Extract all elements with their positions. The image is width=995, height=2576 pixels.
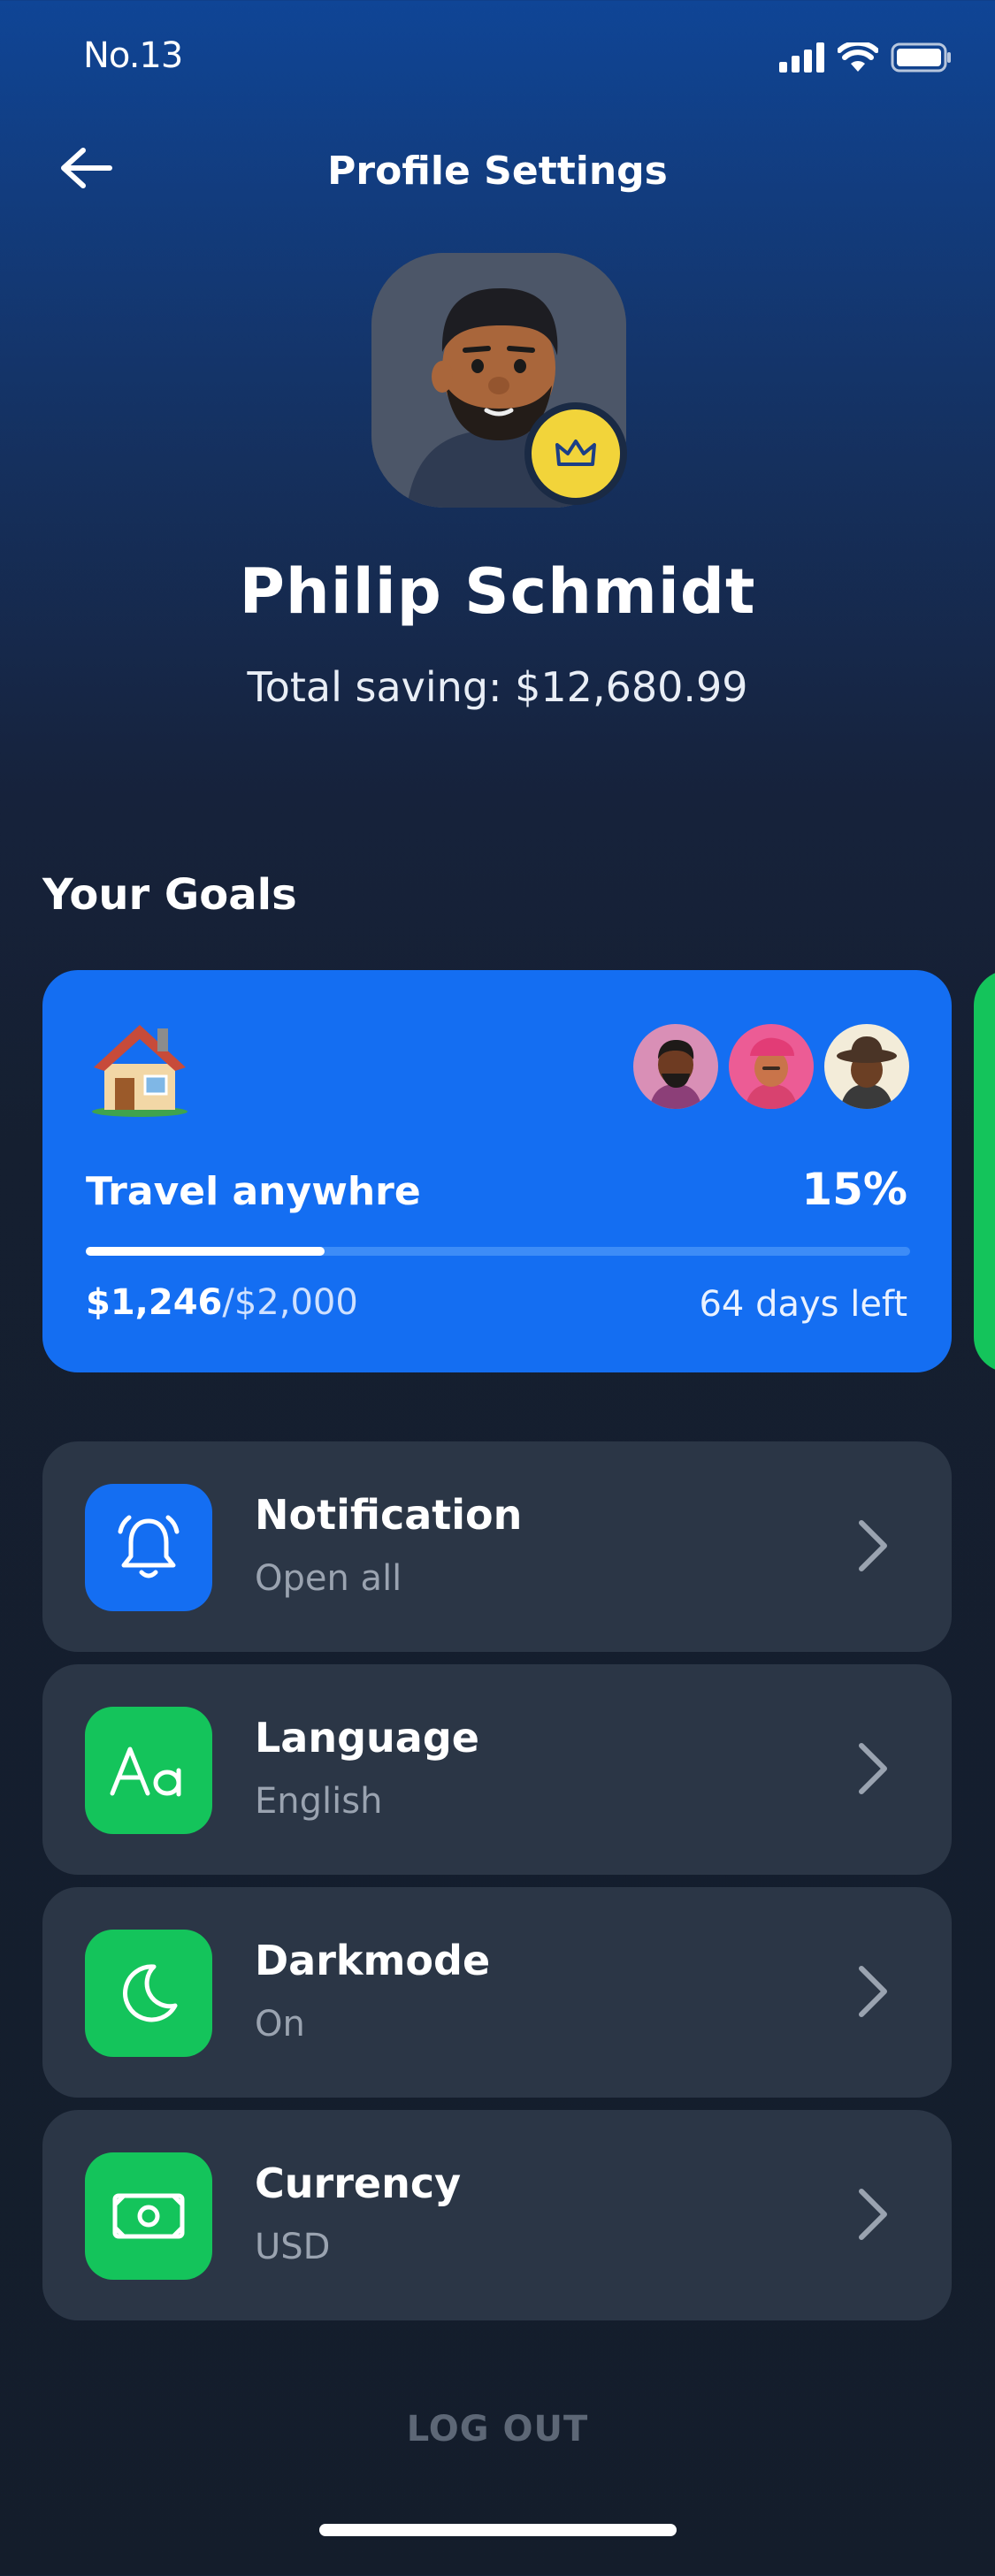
goals-section-title: Your Goals	[42, 870, 297, 920]
setting-title: Language	[255, 1714, 479, 1762]
goal-days-left: 64 days left	[699, 1284, 907, 1325]
goal-amount: $1,246/$2,000	[86, 1282, 358, 1323]
chevron-right-icon	[846, 1519, 899, 1572]
wifi-icon	[838, 42, 878, 72]
chevron-right-icon	[846, 1742, 899, 1795]
goal-name: Travel anywhre	[86, 1169, 421, 1214]
goal-saved: $1,246	[86, 1282, 223, 1323]
notification-icon-tile	[85, 1484, 212, 1611]
setting-subtitle: On	[255, 2004, 305, 2045]
setting-title: Darkmode	[255, 1937, 491, 1984]
language-icon-tile	[85, 1707, 212, 1834]
user-name: Philip Schmidt	[239, 555, 756, 628]
setting-subtitle: Open all	[255, 1558, 402, 1599]
setting-subtitle: USD	[255, 2227, 331, 2267]
setting-row-language[interactable]: Language English	[42, 1664, 952, 1875]
banknote-icon	[112, 2193, 185, 2239]
chevron-right-icon	[846, 1965, 899, 2018]
darkmode-icon-tile	[85, 1930, 212, 2057]
setting-subtitle: English	[255, 1781, 383, 1822]
chevron-right-icon	[846, 2188, 899, 2241]
setting-title: Notification	[255, 1491, 523, 1539]
battery-icon	[891, 42, 951, 73]
member-avatar-1[interactable]	[633, 1024, 718, 1109]
page-title: Profile Settings	[327, 149, 668, 194]
goal-progress-bar	[86, 1247, 910, 1256]
status-time: No.13	[83, 35, 183, 76]
premium-badge	[524, 402, 627, 505]
goal-members[interactable]	[633, 1024, 909, 1109]
goal-percent: 15%	[801, 1164, 907, 1215]
text-aa-icon	[110, 1747, 181, 1797]
currency-icon-tile	[85, 2152, 212, 2280]
goal-target: /$2,000	[222, 1282, 358, 1323]
goal-progress-fill	[86, 1247, 325, 1256]
member-avatar-3[interactable]	[824, 1024, 909, 1109]
setting-row-darkmode[interactable]: Darkmode On	[42, 1887, 952, 2098]
next-goal-card-peek[interactable]	[974, 970, 995, 1372]
status-icons	[779, 42, 953, 73]
total-saving: Total saving: $12,680.99	[247, 663, 748, 711]
moon-icon	[123, 1964, 178, 2022]
signal-icon	[779, 42, 824, 73]
home-indicator[interactable]	[319, 2524, 677, 2536]
member-avatar-2[interactable]	[729, 1024, 814, 1109]
setting-row-notification[interactable]: Notification Open all	[42, 1441, 952, 1652]
crown-icon	[555, 440, 596, 466]
bell-icon	[118, 1515, 180, 1578]
setting-row-currency[interactable]: Currency USD	[42, 2110, 952, 2320]
house-icon	[87, 1013, 193, 1119]
setting-title: Currency	[255, 2159, 462, 2207]
logout-button[interactable]: LOG OUT	[0, 2409, 995, 2450]
